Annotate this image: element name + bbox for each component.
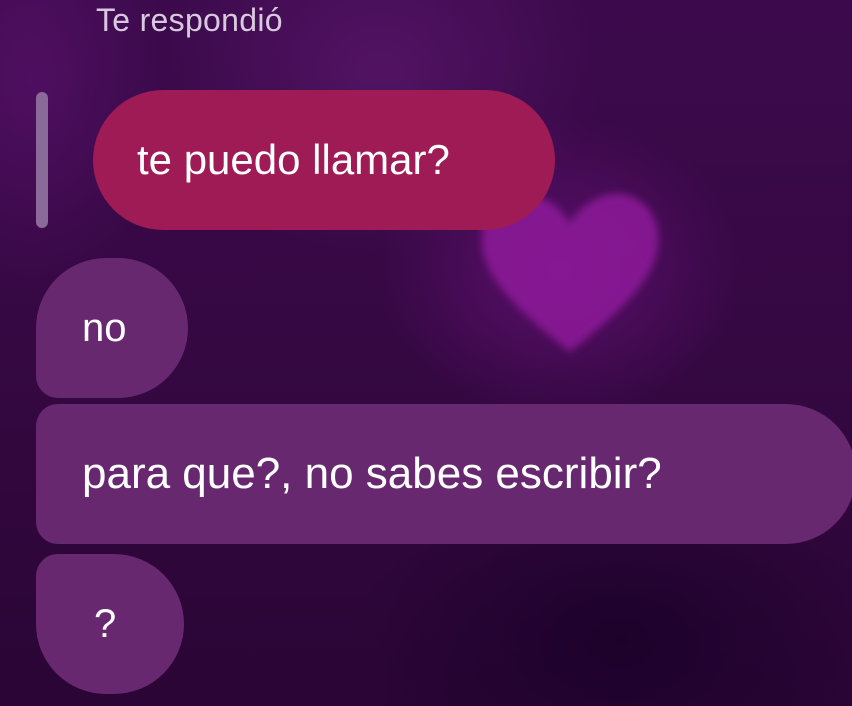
- quoted-message-bubble[interactable]: te puedo llamar?: [93, 90, 555, 230]
- quoted-message-text: te puedo llamar?: [137, 136, 450, 183]
- message-bubble[interactable]: ?: [36, 554, 184, 694]
- message-bubble[interactable]: para que?, no sabes escribir?: [36, 404, 852, 544]
- message-text: ?: [94, 601, 117, 646]
- message-text: para que?, no sabes escribir?: [82, 449, 662, 498]
- reply-indicator-bar: [36, 92, 48, 228]
- message-text: no: [82, 305, 127, 350]
- message-bubble[interactable]: no: [36, 258, 188, 398]
- reply-context-label: Te respondió: [96, 2, 283, 38]
